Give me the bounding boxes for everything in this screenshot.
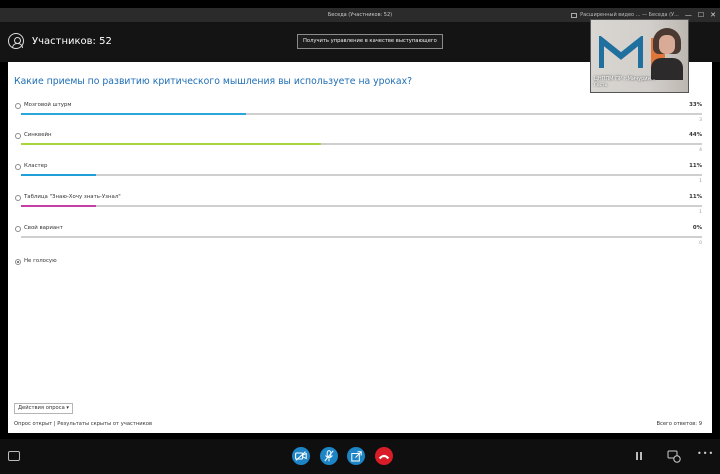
video-toggle-button[interactable]	[292, 447, 310, 465]
conference-window: Беседа (Участников: 52) Расширенный виде…	[0, 0, 720, 474]
poll-option[interactable]: Кластер 11% 1	[14, 163, 704, 194]
option-percent: 11%	[689, 193, 702, 200]
option-bar-track	[21, 143, 702, 145]
share-icon	[350, 450, 362, 461]
poll-actions-button[interactable]: Действия опроса ▾	[14, 403, 74, 414]
poll-status: Опрос открыт | Результаты скрыты от учас…	[14, 421, 153, 427]
option-bar-track	[21, 174, 702, 176]
pause-icon[interactable]	[636, 452, 642, 460]
window-icon	[571, 12, 578, 18]
mic-button[interactable]	[320, 447, 338, 465]
option-count: 3	[699, 118, 702, 123]
option-label: Мозговой штурм	[24, 101, 72, 108]
option-label: Синквейн	[24, 131, 52, 138]
total-votes: Всего ответов: 9	[656, 421, 702, 427]
option-bar-track	[21, 236, 702, 238]
option-bar-fill	[21, 143, 321, 145]
poll-option[interactable]: Свой вариант 0% 0	[14, 225, 704, 256]
maximize-button[interactable]: ☐	[698, 8, 704, 22]
take-presenter-control-button[interactable]: Получить управление в качестве выступающ…	[297, 34, 443, 49]
option-percent: 33%	[689, 101, 702, 108]
option-bar-fill	[21, 174, 96, 176]
option-percent: 44%	[689, 131, 702, 138]
option-bar-fill	[21, 205, 96, 207]
option-radio[interactable]	[15, 164, 21, 170]
close-button[interactable]: ✕	[710, 8, 716, 22]
video-participant-name: ЦНППМ ПР г.Мичурин...	[594, 76, 656, 82]
hangup-button[interactable]	[375, 447, 393, 465]
option-bar-fill	[21, 113, 246, 115]
more-icon[interactable]: •••	[697, 449, 714, 458]
device-icon[interactable]	[667, 449, 681, 463]
wall-logo-graphic	[599, 36, 643, 68]
video-off-icon	[295, 451, 307, 461]
poll-panel: Какие приемы по развитию критического мы…	[8, 62, 712, 433]
option-label: Таблица "Знаю-Хочу знать-Узнал"	[24, 193, 121, 200]
option-radio[interactable]	[15, 103, 21, 109]
option-bar-track	[21, 205, 702, 207]
poll-option[interactable]: Мозговой штурм 33% 3	[14, 102, 704, 133]
option-count: 1	[699, 179, 702, 184]
poll-option[interactable]: Таблица "Знаю-Хочу знать-Узнал" 11% 1	[14, 194, 704, 225]
option-count: 1	[699, 210, 702, 215]
not-voted-radio[interactable]	[15, 259, 21, 265]
video-participant-role: Гость	[594, 83, 608, 88]
not-voted-label: Не голосую	[24, 257, 57, 264]
hangup-icon	[378, 454, 390, 459]
option-bar-track	[21, 113, 702, 115]
participant-figure	[651, 28, 683, 80]
video-preview[interactable]: ЦНППМ ПР г.Мичурин... Гость	[590, 19, 689, 93]
participants-icon[interactable]	[8, 33, 24, 49]
chat-icon[interactable]	[8, 451, 20, 461]
option-count: 4	[699, 148, 702, 153]
participants-count[interactable]: Участников: 52	[32, 36, 112, 47]
mic-icon	[324, 450, 334, 462]
participant-face	[659, 35, 675, 54]
poll-option[interactable]: Синквейн 44% 4	[14, 132, 704, 163]
option-radio[interactable]	[15, 133, 21, 139]
option-percent: 11%	[689, 162, 702, 169]
option-count: 0	[699, 241, 702, 246]
poll-question: Какие приемы по развитию критического мы…	[14, 76, 413, 87]
option-radio[interactable]	[15, 226, 21, 232]
option-percent: 0%	[692, 224, 702, 231]
control-bar: •••	[0, 439, 720, 474]
option-label: Кластер	[24, 162, 48, 169]
option-radio[interactable]	[15, 195, 21, 201]
option-label: Свой вариант	[24, 224, 63, 231]
share-button[interactable]	[347, 447, 365, 465]
